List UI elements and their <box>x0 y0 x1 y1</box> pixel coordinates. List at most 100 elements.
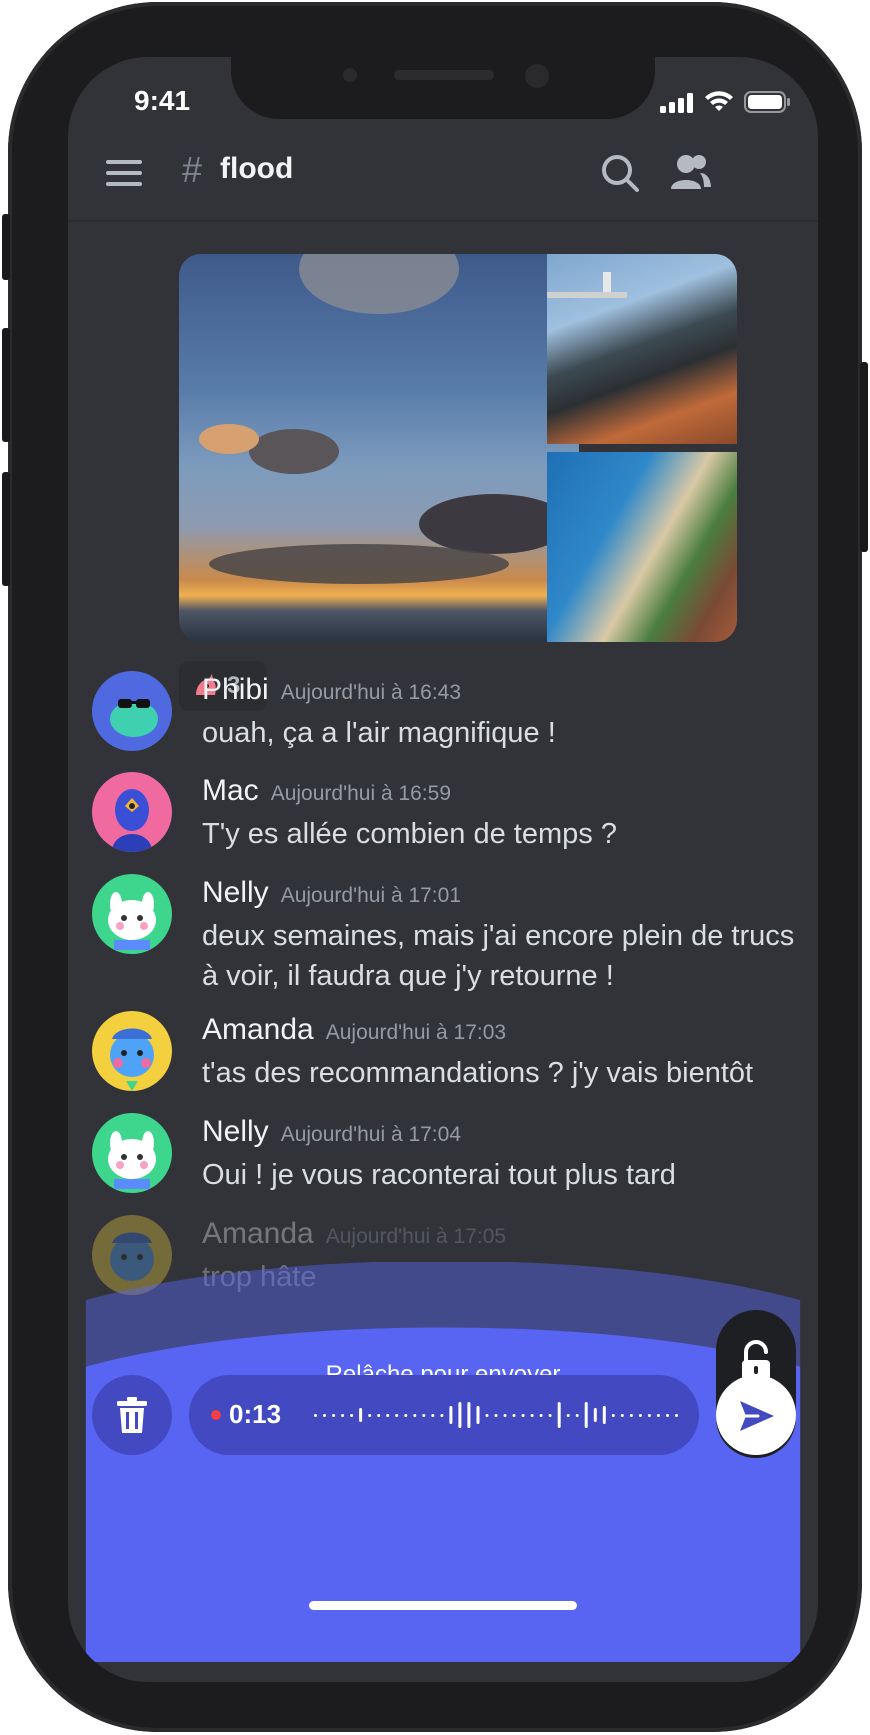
waveform-bar <box>611 1414 615 1417</box>
avatar[interactable] <box>92 874 172 954</box>
message-timestamp: Aujourd'hui à 17:03 <box>325 1021 507 1044</box>
front-camera <box>525 64 549 88</box>
waveform-bar <box>629 1414 633 1417</box>
message-author[interactable]: Nelly Aujourd'hui à 17:01 <box>202 876 461 910</box>
message-text: deux semaines, mais j'ai encore plein de… <box>202 920 795 992</box>
waveform-bar <box>467 1402 471 1428</box>
waveform-bar <box>675 1414 678 1417</box>
status-icons <box>660 91 790 113</box>
waveform-bar <box>395 1414 399 1417</box>
waveform-bar <box>458 1402 462 1428</box>
mute-switch <box>2 214 10 280</box>
power-button <box>860 362 868 552</box>
delete-recording-button[interactable] <box>92 1375 172 1455</box>
waveform-bar <box>539 1414 543 1417</box>
nelly-avatar-icon <box>108 1131 156 1189</box>
waveform-bar <box>332 1414 336 1417</box>
waveform-bar <box>368 1414 372 1417</box>
audio-waveform <box>314 1402 678 1428</box>
amanda-avatar-icon <box>110 1028 154 1091</box>
front-sensor <box>343 68 357 82</box>
waveform-bar <box>359 1408 363 1422</box>
waveform-bar <box>494 1414 498 1417</box>
send-recording-button[interactable] <box>716 1375 796 1455</box>
waveform-bar <box>512 1414 516 1417</box>
search-icon[interactable] <box>600 153 640 193</box>
waveform-bar <box>620 1414 624 1417</box>
message-author[interactable]: Phibi Aujourd'hui à 16:43 <box>202 673 461 707</box>
waveform-bar <box>521 1414 525 1417</box>
waveform-bar <box>350 1414 354 1417</box>
waveform-bar <box>323 1414 326 1417</box>
waveform-bar <box>404 1414 408 1417</box>
waveform-bar <box>566 1414 570 1417</box>
signal-icon <box>660 93 693 113</box>
waveform-bar <box>485 1414 489 1417</box>
message-author[interactable]: Amanda Aujourd'hui à 17:05 <box>202 1217 506 1251</box>
app-screen: 9:41 # flood 3 Phibi Aujourd'hui à 16:43… <box>68 57 818 1682</box>
menu-icon[interactable] <box>106 160 142 186</box>
waveform-bar <box>584 1402 588 1428</box>
waveform-bar <box>530 1414 534 1417</box>
waveform-bar <box>656 1414 660 1417</box>
waveform-bar <box>377 1414 381 1417</box>
avatar[interactable] <box>92 671 172 751</box>
waveform-bar <box>602 1406 606 1424</box>
waveform-bar <box>413 1414 417 1417</box>
waveform-bar <box>440 1414 444 1417</box>
header-divider <box>68 220 818 222</box>
send-icon <box>740 1401 774 1431</box>
volume-down-button <box>2 472 10 586</box>
message-author[interactable]: Amanda Aujourd'hui à 17:03 <box>202 1013 506 1047</box>
waveform-bar <box>548 1414 552 1417</box>
wifi-icon <box>705 91 733 111</box>
message-text: ouah, ça a l'air magnifique ! <box>202 717 556 749</box>
phibi-avatar-icon <box>110 699 158 737</box>
message-text: T'y es allée combien de temps ? <box>202 818 617 850</box>
waveform-bar <box>593 1408 597 1422</box>
attachment-image-sunset[interactable] <box>179 254 579 642</box>
waveform-bar <box>449 1406 453 1424</box>
message-timestamp: Aujourd'hui à 16:43 <box>280 681 462 704</box>
waveform-bar <box>386 1414 390 1417</box>
waveform-bar <box>341 1414 345 1417</box>
waveform-bar <box>575 1414 579 1417</box>
message-author[interactable]: Mac Aujourd'hui à 16:59 <box>202 774 451 808</box>
avatar[interactable] <box>92 772 172 852</box>
earpiece-speaker <box>394 70 494 80</box>
phone-frame: 9:41 # flood 3 Phibi Aujourd'hui à 16:43… <box>2 2 868 1732</box>
avatar[interactable] <box>92 1011 172 1091</box>
waveform-bar <box>422 1414 426 1417</box>
channel-hash-icon: # <box>182 149 203 190</box>
recording-duration: 0:13 <box>229 1399 282 1429</box>
trash-icon <box>117 1397 147 1433</box>
message-text: t'as des recommandations ? j'y vais bien… <box>202 1057 754 1089</box>
recording-indicator: 0:13 <box>189 1375 699 1455</box>
waveform-bar <box>431 1414 435 1417</box>
waveform-bar <box>503 1414 507 1417</box>
nelly-avatar-icon <box>108 892 156 950</box>
waveform-bar <box>638 1414 642 1417</box>
waveform-bar <box>666 1414 669 1417</box>
channel-title[interactable]: flood <box>220 152 293 186</box>
message-timestamp: Aujourd'hui à 16:59 <box>270 782 452 805</box>
battery-icon <box>744 91 790 113</box>
waveform-bar <box>476 1406 480 1424</box>
waveform-bar <box>557 1402 561 1428</box>
volume-up-button <box>2 328 10 442</box>
members-icon[interactable] <box>670 153 712 193</box>
notch <box>231 57 655 119</box>
waveform-bar <box>314 1414 317 1417</box>
status-time: 9:41 <box>134 85 191 116</box>
message-timestamp: Aujourd'hui à 17:04 <box>280 1123 462 1146</box>
attachment-image-lighthouse[interactable] <box>547 254 737 444</box>
waveform-bar <box>647 1414 651 1417</box>
mac-avatar-icon <box>112 789 152 852</box>
attachment-image-coastline[interactable] <box>547 452 737 642</box>
home-indicator[interactable] <box>309 1601 577 1610</box>
message-timestamp: Aujourd'hui à 17:01 <box>280 884 462 907</box>
avatar[interactable] <box>92 1113 172 1193</box>
recording-dot-icon <box>211 1410 221 1420</box>
message-author[interactable]: Nelly Aujourd'hui à 17:04 <box>202 1115 461 1149</box>
message-timestamp: Aujourd'hui à 17:05 <box>325 1225 507 1248</box>
